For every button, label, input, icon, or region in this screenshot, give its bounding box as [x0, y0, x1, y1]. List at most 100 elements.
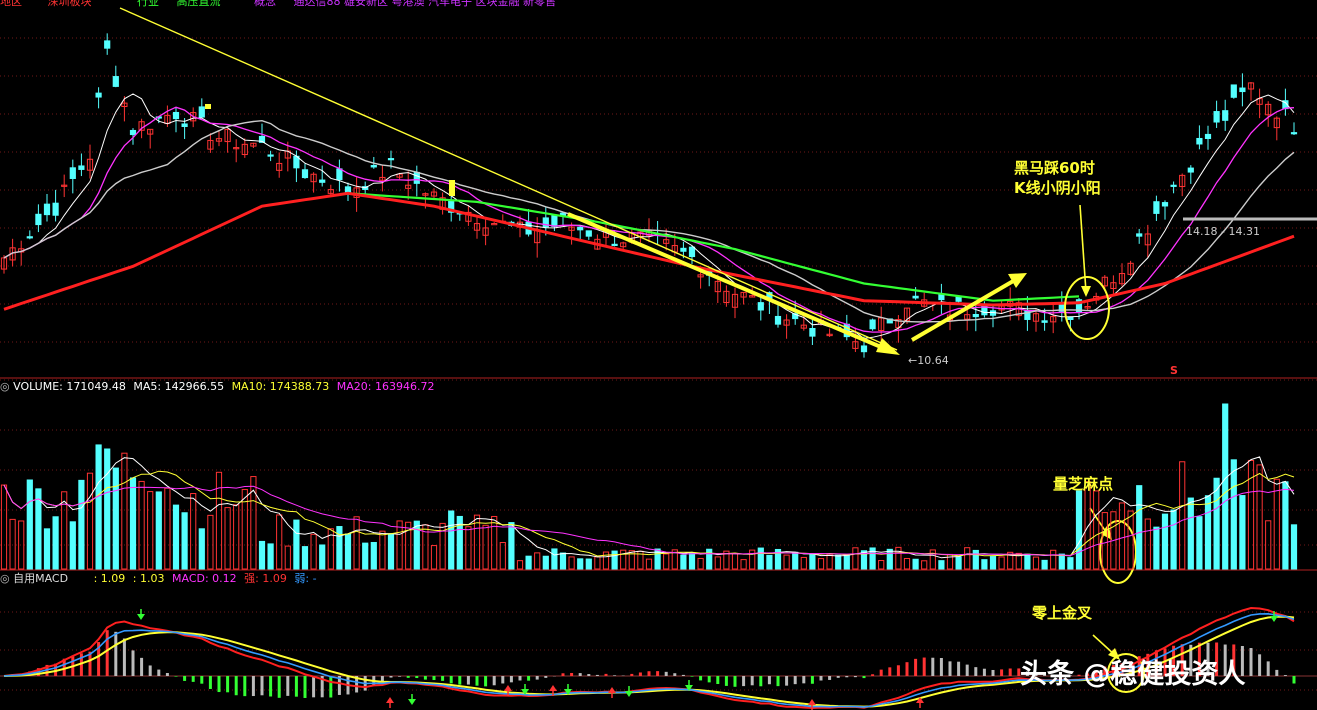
macd-label: 自用MACD [13, 572, 69, 585]
candle-body [319, 179, 326, 183]
low-price-label: ←10.64 [908, 354, 949, 367]
volume-bar [903, 558, 911, 570]
macd-value: MACD: 0.12 [172, 572, 237, 585]
volume-bar [138, 480, 145, 570]
stock-chart-window: 地区 深圳板块 行业 高压直流 概念 通达信88 雄安新区 粤港澳 汽车电子 区… [0, 0, 1317, 710]
volume-bar [164, 487, 171, 570]
volume-bar [172, 504, 180, 570]
volume-bar [121, 452, 128, 570]
volume-bar [207, 514, 214, 570]
volume-bar [972, 549, 979, 570]
volume-bar [697, 557, 704, 570]
volume-bar [155, 491, 162, 570]
candle-body [1153, 201, 1160, 214]
candle-body [551, 215, 558, 227]
volume-bar [663, 553, 670, 570]
volume-bar [766, 554, 773, 570]
volume-bar [353, 516, 360, 570]
volume-ma5: MA5: 142966.55 [133, 380, 225, 393]
volume-bar [680, 554, 687, 570]
volume-bar [714, 556, 721, 570]
volume-bar [86, 472, 94, 570]
volume-bar [310, 533, 317, 570]
volume-bar [430, 545, 438, 570]
volume-bar [284, 545, 291, 570]
volume-bar [792, 551, 799, 570]
volume-bar [448, 510, 455, 570]
volume-bar [1222, 403, 1229, 570]
volume-bar [1093, 490, 1100, 570]
candle-body [1196, 137, 1203, 145]
volume-bar [1161, 513, 1169, 570]
candle-body [1290, 132, 1298, 135]
candle-body [301, 169, 309, 179]
volume-bar [26, 479, 33, 570]
highlight-candle-1 [449, 180, 455, 196]
chart-canvas [0, 7, 1317, 710]
candle-body [680, 247, 687, 252]
volume-bar [1282, 481, 1289, 570]
candle-body [267, 154, 274, 157]
candle-body [972, 313, 979, 318]
volume-bar [9, 518, 16, 570]
volume-bar [370, 541, 377, 570]
volume-bar [362, 542, 369, 570]
annotation-macd-note: 零上金叉 [1032, 604, 1093, 622]
volume-bar [585, 558, 592, 570]
volume-bar [1256, 464, 1263, 570]
candle-body [104, 40, 111, 49]
volume-bar [43, 528, 51, 570]
candle-body [112, 76, 119, 87]
candle-body [1161, 202, 1169, 207]
s-marker: S [1170, 364, 1178, 377]
volume-bar [491, 515, 498, 570]
volume-bar [809, 554, 816, 570]
candle-body [585, 230, 592, 237]
volume-header: ◎ VOLUME: 171049.48 MA5: 142966.55 MA10:… [0, 380, 434, 394]
candle-body [1067, 316, 1074, 320]
down-arrow-shaft [567, 212, 889, 352]
volume-bar [525, 555, 532, 570]
candle-body [336, 168, 343, 181]
volume-bar [336, 526, 343, 570]
volume-bar [1101, 512, 1108, 570]
volume-bar [482, 524, 489, 570]
candle-body [491, 223, 498, 226]
volume-bar [18, 520, 25, 570]
volume-bar [233, 504, 240, 570]
volume-bar [215, 471, 223, 570]
volume-bar [319, 544, 326, 570]
candle-body [172, 111, 180, 120]
volume-bar [826, 553, 833, 570]
volume-bar [69, 521, 76, 570]
candle-body [387, 158, 395, 161]
candle-body [611, 243, 618, 246]
candle-body [860, 345, 868, 353]
ma5-line [3, 93, 1295, 339]
volume-bar [190, 493, 197, 570]
volume-bar [981, 559, 988, 570]
volume-bar [1136, 485, 1143, 570]
volume-bar [1196, 516, 1203, 570]
volume-bar [912, 558, 919, 570]
volume-bar [1204, 495, 1212, 570]
macd-header: ◎ 自用MACD : 1.09 : 1.03 MACD: 0.12 强: 1.0… [0, 572, 317, 586]
candle-body [78, 165, 85, 170]
volume-bar [1041, 559, 1048, 570]
candle-body [95, 92, 102, 98]
candle-body [129, 129, 137, 136]
volume-bar [835, 554, 842, 570]
annotation-black-horse-2: K线小阴小阳 [1014, 179, 1101, 197]
range-label: 14.18 - 14.31 [1186, 225, 1260, 238]
volume-bar [1050, 549, 1057, 570]
candle-body [869, 319, 876, 330]
volume-bar [757, 547, 764, 570]
candle-body [1187, 167, 1194, 173]
macd-dea: : 1.03 [132, 572, 165, 585]
volume-bar [964, 547, 971, 570]
volume-bar [0, 484, 8, 570]
volume-bar [499, 542, 506, 570]
volume-bar [301, 546, 309, 570]
volume-bar [542, 555, 549, 570]
volume-bar [112, 467, 119, 570]
